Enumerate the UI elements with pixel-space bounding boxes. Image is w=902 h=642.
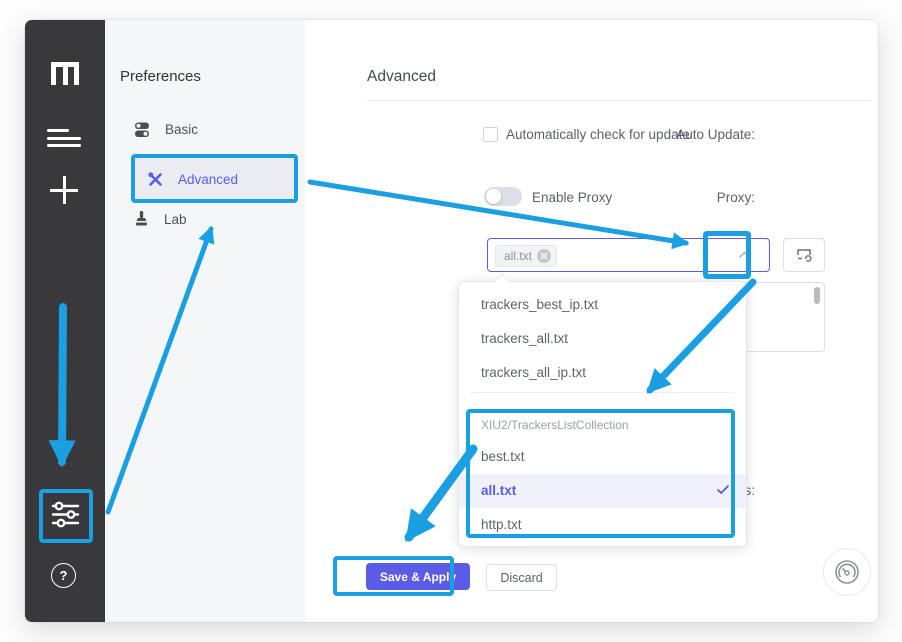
auto-update-checkbox-label[interactable]: Automatically check for update [506, 127, 690, 142]
proxy-label: Proxy: [717, 190, 755, 205]
nav-item-basic[interactable]: Basic [133, 120, 198, 138]
dropdown-option[interactable]: trackers_all.txt [459, 322, 746, 356]
nav-item-label: Lab [164, 212, 187, 227]
sync-icon [795, 247, 813, 263]
proxy-toggle-label: Enable Proxy [532, 190, 612, 205]
sync-trackers-button[interactable] [783, 238, 825, 272]
chevron-up-icon[interactable] [738, 251, 751, 259]
app-sidebar [25, 20, 105, 622]
dropdown-option-selected[interactable]: all.txt [459, 474, 746, 508]
motrix-logo-icon [51, 62, 79, 90]
nav-item-label: Basic [165, 122, 198, 137]
dropdown-option[interactable]: trackers_all_ip.txt [459, 356, 746, 390]
toggles-icon [133, 120, 151, 138]
check-icon [716, 484, 730, 495]
preferences-panel: Preferences Basic [105, 20, 305, 622]
textarea-scrollbar[interactable] [814, 287, 820, 304]
app-window: Preferences Basic [25, 20, 878, 622]
dropdown-group-label: XIU2/TrackersListCollection [481, 410, 629, 440]
nav-item-label: Advanced [178, 172, 238, 187]
preferences-title: Preferences [120, 68, 201, 85]
tracker-servers-select[interactable]: all.txt [487, 238, 770, 272]
speed-limit-button[interactable] [823, 548, 871, 596]
discard-button[interactable]: Discard [486, 564, 557, 591]
gauge-icon [832, 557, 862, 587]
lab-stamp-icon [133, 210, 150, 228]
nav-item-advanced[interactable]: Advanced [133, 158, 297, 202]
selected-tracker-tag: all.txt [495, 245, 557, 267]
dropdown-option[interactable]: http.txt [459, 508, 746, 542]
help-icon[interactable] [51, 563, 76, 588]
tools-icon [147, 171, 164, 188]
settings-sliders-icon[interactable] [49, 498, 82, 536]
proxy-toggle[interactable] [484, 187, 522, 206]
option-label: all.txt [481, 483, 516, 498]
auto-update-checkbox[interactable] [483, 127, 498, 142]
tag-label: all.txt [504, 249, 532, 263]
page-title: Advanced [367, 68, 436, 86]
save-apply-button[interactable]: Save & Apply [366, 563, 470, 590]
dropdown-option[interactable]: trackers_best_ip.txt [459, 288, 746, 322]
dropdown-option[interactable]: best.txt [459, 440, 746, 474]
tag-close-icon[interactable] [537, 249, 551, 263]
nav-item-lab[interactable]: Lab [133, 210, 187, 228]
dropdown-divider [471, 392, 734, 393]
tracker-list-dropdown: trackers_best_ip.txt trackers_all.txt tr… [458, 281, 747, 547]
app-screenshot: Preferences Basic [0, 0, 902, 642]
title-divider [367, 100, 870, 101]
